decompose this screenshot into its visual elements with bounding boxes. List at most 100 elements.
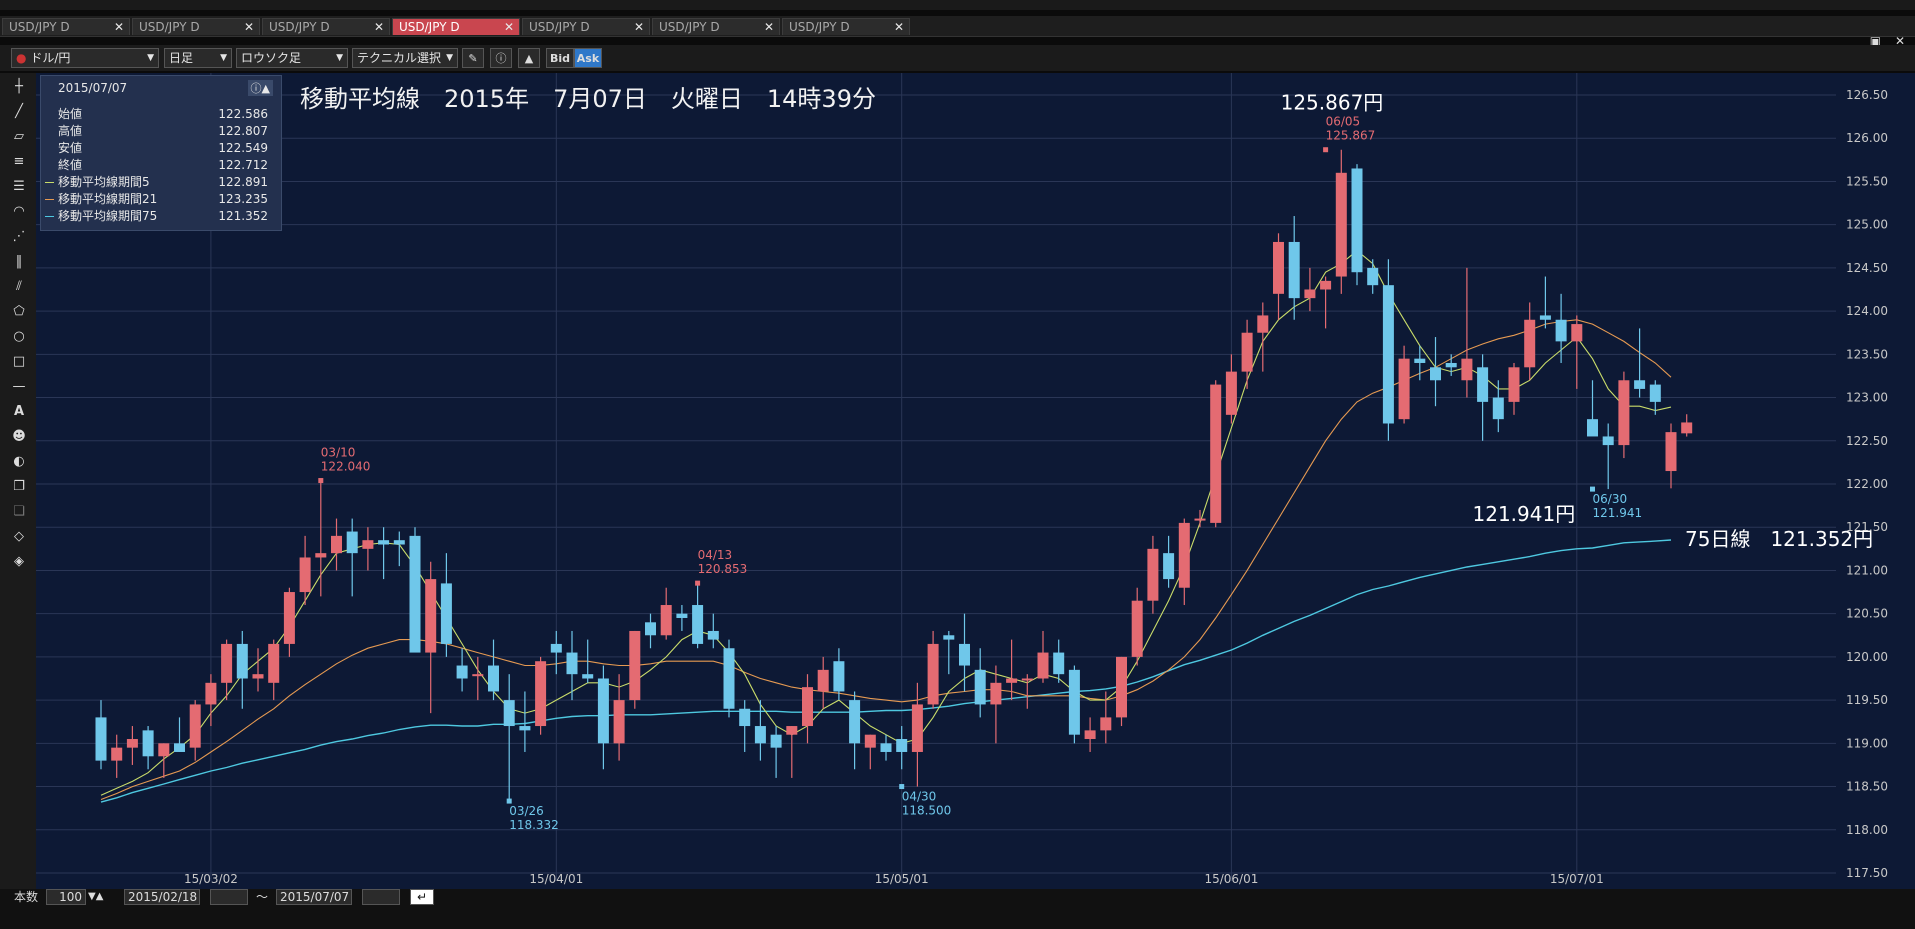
info-row-open: 始値 122.586 — [58, 107, 268, 121]
close-icon[interactable]: ✕ — [894, 19, 904, 36]
close-icon[interactable]: ✕ — [374, 19, 384, 36]
tab-chart-7[interactable]: USD/JPY D ✕ — [782, 18, 910, 35]
erase-all-icon[interactable]: ◈ — [9, 552, 29, 572]
candle-body — [174, 743, 185, 752]
extreme-marker — [318, 478, 324, 484]
candle-body — [362, 540, 374, 549]
extreme-marker — [1590, 486, 1595, 492]
tab-bar: USD/JPY D ✕ USD/JPY D ✕ USD/JPY D ✕ USD/JPY… — [0, 16, 1915, 48]
candle-body — [943, 635, 955, 640]
y-tick-label: 121.00 — [1846, 563, 1888, 577]
count-field[interactable]: 100 — [46, 889, 86, 905]
period-label: 日足 — [169, 51, 194, 65]
bid-button[interactable]: Bid — [546, 48, 574, 68]
tab-label: USD/JPY D — [529, 20, 590, 34]
currency-pair-select[interactable]: ● ドル/円 ▼ — [11, 48, 159, 68]
candle-body — [802, 687, 813, 727]
candle-body — [582, 674, 594, 679]
close-icon[interactable]: ✕ — [504, 19, 514, 36]
pitchfork-icon[interactable]: ⫽ — [9, 277, 29, 297]
vertical-lines-icon[interactable]: ‖ — [9, 252, 29, 272]
candle-body — [1147, 548, 1159, 601]
tab-chart-2[interactable]: USD/JPY D ✕ — [132, 18, 260, 35]
info-row-ma21: 移動平均線期間21 123.235 — [45, 192, 268, 207]
close-icon[interactable]: ✕ — [114, 19, 124, 36]
chart-background — [36, 73, 1915, 889]
candle-body — [283, 592, 295, 644]
pencil-icon[interactable]: ✎ — [462, 48, 484, 68]
text-tool-icon[interactable]: A — [9, 402, 29, 422]
candle-body — [1335, 172, 1347, 277]
tab-chart-6[interactable]: USD/JPY D ✕ — [652, 18, 780, 35]
candle-body — [126, 739, 138, 748]
candle-body — [1414, 358, 1426, 363]
to-time-field[interactable] — [362, 889, 400, 905]
pentagon-icon[interactable]: ⬠ — [9, 302, 29, 322]
eraser-icon[interactable]: ◇ — [9, 527, 29, 547]
crosshair-icon[interactable]: ┼ — [9, 77, 29, 97]
copy-icon[interactable]: ❐ — [9, 477, 29, 497]
y-tick-label: 123.50 — [1846, 347, 1888, 361]
ohlc-info-panel: 2015/07/07 ⓘ▲ 始値 122.586 高値 122.807 安値 122.… — [40, 75, 282, 231]
arc-icon[interactable]: ◠ — [9, 202, 29, 222]
return-icon[interactable]: ↵ — [410, 889, 434, 905]
y-tick-label: 126.00 — [1846, 131, 1888, 145]
candle-body — [488, 665, 499, 692]
close-icon[interactable]: ✕ — [244, 19, 254, 36]
y-tick-label: 119.50 — [1846, 693, 1888, 707]
candle-body — [833, 661, 845, 692]
trendline-icon[interactable]: ╱ — [9, 102, 29, 122]
circle-icon[interactable]: ○ — [9, 327, 29, 347]
bottom-bar: 本数 100 ▼▲ 2015/02/18 ～ 2015/07/07 ↵ — [0, 889, 1915, 929]
to-date-field[interactable]: 2015/07/07 — [276, 889, 352, 905]
tab-label: USD/JPY D — [9, 20, 70, 34]
technical-select[interactable]: テクニカル選択 ▼ — [352, 48, 458, 68]
emoji-icon[interactable]: ☻ — [9, 427, 29, 447]
from-date-field[interactable]: 2015/02/18 — [124, 889, 200, 905]
close-icon[interactable]: ✕ — [634, 19, 644, 36]
count-stepper-icon[interactable]: ▼▲ — [88, 889, 103, 905]
candle-body — [1021, 678, 1033, 681]
info-icon[interactable]: ⓘ — [490, 48, 512, 68]
fibonacci-icon[interactable]: ☰ — [9, 177, 29, 197]
info-row-low: 安値 122.549 — [58, 141, 268, 155]
paste-icon[interactable]: ❏ — [9, 502, 29, 522]
y-tick-label: 118.50 — [1846, 780, 1888, 794]
area-chart-icon[interactable]: ▲ — [518, 48, 540, 68]
extreme-marker — [695, 580, 701, 586]
candle-body — [864, 734, 876, 748]
candle-body — [676, 613, 688, 618]
horizontal-line-icon[interactable]: — — [9, 377, 29, 397]
ma5-legend-swatch — [45, 182, 54, 183]
candle-body — [268, 643, 280, 683]
candle-body — [1587, 419, 1598, 437]
extreme-value: 120.853 — [698, 562, 748, 576]
ask-button[interactable]: Ask — [574, 48, 602, 68]
candle-body — [550, 643, 562, 653]
close-icon[interactable]: ✕ — [764, 19, 774, 36]
horizontal-lines-icon[interactable]: ≡ — [9, 152, 29, 172]
collapse-icon[interactable]: ⓘ▲ — [247, 80, 273, 96]
tab-chart-5[interactable]: USD/JPY D ✕ — [522, 18, 650, 35]
candle-body — [1508, 367, 1520, 402]
magnet-icon[interactable]: ◐ — [9, 452, 29, 472]
ruler-icon[interactable]: ▱ — [9, 127, 29, 147]
rectangle-icon[interactable]: □ — [9, 352, 29, 372]
candle-body — [1382, 285, 1394, 424]
candle-body — [189, 704, 201, 748]
candle-body — [1665, 432, 1677, 472]
chevron-down-icon: ▼ — [336, 53, 343, 63]
candle-body — [158, 743, 170, 757]
tab-chart-4-active[interactable]: USD/JPY D ✕ — [392, 18, 520, 35]
chart-type-select[interactable]: ロウソク足 ▼ — [236, 48, 348, 68]
currency-label: ドル/円 — [30, 51, 71, 65]
extreme-marker — [1323, 147, 1329, 153]
candle-body — [566, 652, 578, 675]
period-select[interactable]: 日足 ▼ — [164, 48, 232, 68]
tab-chart-1[interactable]: USD/JPY D ✕ — [2, 18, 130, 35]
candlestick-chart[interactable]: 117.50 118.00 118.50 119.00 119.50 120.00 120.… — [36, 73, 1915, 889]
from-time-field[interactable] — [210, 889, 248, 905]
fan-icon[interactable]: ⋰ — [9, 227, 29, 247]
y-tick-label: 124.00 — [1846, 304, 1888, 318]
tab-chart-3[interactable]: USD/JPY D ✕ — [262, 18, 390, 35]
